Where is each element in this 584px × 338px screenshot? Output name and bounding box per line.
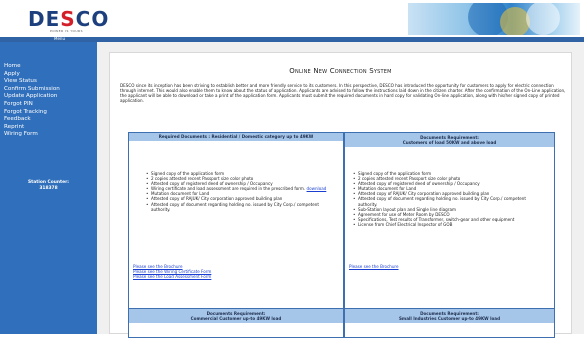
sidebar-item-forgot-tracking[interactable]: Forgot Tracking (4, 109, 60, 117)
residential-document-list: Signed copy of the application form 2 co… (146, 171, 328, 212)
logo-wordmark: DESCO (28, 7, 110, 31)
intro-paragraph: DESCO since its inception has been striv… (120, 83, 566, 104)
load-assessment-form-link[interactable]: Please see the Load Assessment Form (133, 274, 211, 279)
small-industries-heading-line2: Small Industries Customer up-to 49KW loa… (398, 316, 500, 321)
residential-heading-text: Required Documents : Residential / Domes… (158, 134, 314, 139)
list-item: Attested copy of document regarding hold… (353, 196, 543, 206)
list-item: License from Chief Electrical Inspector … (353, 222, 543, 227)
sidebar-item-wiring-form[interactable]: Wiring Form (4, 131, 60, 139)
content-panel: Online New Connection System DESCO since… (109, 52, 572, 338)
sidebar-item-reprint[interactable]: Reprint (4, 124, 60, 132)
sidebar: Home Apply View Status Confirm Submissio… (0, 42, 97, 334)
sidebar-item-update-application[interactable]: Update Application (4, 93, 60, 101)
header: DESCO POWER IS YOURS (0, 0, 584, 37)
sidebar-item-apply[interactable]: Apply (4, 71, 60, 79)
above-50kw-document-list: Signed copy of the application form 2 co… (353, 171, 543, 227)
small-industries-heading: Documents Requirement: Small Industries … (345, 309, 554, 323)
residential-heading: Required Documents : Residential / Domes… (129, 133, 343, 141)
residential-requirements-box: Required Documents : Residential / Domes… (128, 132, 344, 326)
sidebar-item-forgot-pin[interactable]: Forgot PIN (4, 101, 60, 109)
above-50kw-heading: Documents Requirement: Customers of load… (345, 133, 554, 147)
desco-logo[interactable]: DESCO POWER IS YOURS (28, 7, 110, 34)
commercial-heading: Documents Requirement: Commercial Custom… (129, 309, 343, 323)
above-50kw-brochure-link[interactable]: Please see the Brochure (349, 264, 399, 269)
main-content: Online New Connection System DESCO since… (97, 42, 584, 338)
station-counter-value: 318378 (39, 186, 58, 191)
sidebar-item-confirm-submission[interactable]: Confirm Submission (4, 86, 60, 94)
list-item: Attested copy of document regarding hold… (146, 202, 328, 212)
page-title: Online New Connection System (289, 67, 392, 75)
above-50kw-heading-line2: Customers of load 50KW and above load (402, 140, 497, 145)
logo-tagline: POWER IS YOURS (50, 29, 84, 33)
commercial-heading-line2: Commercial Customer up-to 49KW load (190, 316, 282, 321)
sidebar-item-feedback[interactable]: Feedback (4, 116, 60, 124)
header-banner-image (408, 3, 580, 35)
station-counter: Station Counter: 318378 (0, 180, 97, 192)
sidebar-nav: Home Apply View Status Confirm Submissio… (4, 63, 60, 139)
above-50kw-requirements-box: Documents Requirement: Customers of load… (344, 132, 555, 326)
sidebar-item-home[interactable]: Home (4, 63, 60, 71)
sidebar-item-view-status[interactable]: View Status (4, 78, 60, 86)
